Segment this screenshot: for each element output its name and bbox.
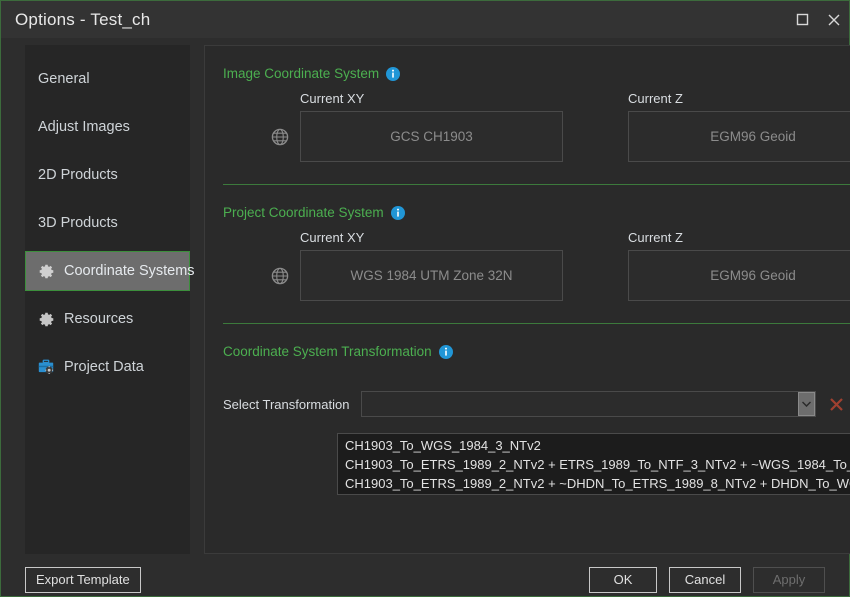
section-title-text: Coordinate System Transformation [223,344,432,359]
transformation-dropdown-list[interactable]: CH1903_To_WGS_1984_3_NTv2 CH1903_To_ETRS… [337,433,850,495]
field-label: Current Z [628,91,683,106]
section-header: Coordinate System Transformation [223,324,850,359]
sidebar-item-label: Resources [64,311,134,327]
globe-icon [268,264,292,288]
window-title: Options - Test_ch [15,9,151,29]
sidebar-item-label: 3D Products [38,215,118,231]
image-cs-fields: Current XY GCS CH1903 Current Z EGM96 Ge… [223,81,850,184]
transformation-selected-value [362,392,798,416]
ok-button[interactable]: OK [589,566,657,593]
info-icon[interactable] [390,205,405,220]
section-title-text: Image Coordinate System [223,66,380,81]
project-cs-fields: Current XY WGS 1984 UTM Zone 32N Current… [223,220,850,323]
info-icon[interactable] [438,344,453,359]
sidebar-item-adjust-images[interactable]: Adjust Images [25,107,190,147]
info-icon[interactable] [386,66,401,81]
close-button[interactable] [818,1,849,38]
globe-icon [268,125,292,149]
maximize-button[interactable] [787,1,818,38]
field-label: Current XY [300,91,365,106]
image-coordinate-system-section: Image Coordinate System Current XY GCS C… [223,46,850,184]
maximize-icon [796,13,809,26]
image-cs-z-group: Current Z EGM96 Geoid [628,91,850,162]
project-cs-z-value[interactable]: EGM96 Geoid [628,250,850,301]
project-cs-z-group: Current Z EGM96 Geoid [628,230,850,301]
sidebar-item-coordinate-systems[interactable]: Coordinate Systems [25,251,195,291]
sidebar-item-label: Adjust Images [38,119,130,135]
project-coordinate-system-section: Project Coordinate System Current XY WGS… [223,185,850,323]
sidebar-item-label: General [38,71,90,87]
transformation-combobox[interactable] [361,391,817,417]
select-transformation-row: Select Transformation [223,359,850,417]
sidebar-item-2d-products[interactable]: 2D Products [25,155,190,195]
sidebar-item-3d-products[interactable]: 3D Products [25,203,190,243]
select-transformation-label: Select Transformation [223,396,350,412]
project-cs-xy-group: Current XY WGS 1984 UTM Zone 32N [268,230,563,301]
title-bar: Options - Test_ch [1,1,849,38]
image-cs-z-value[interactable]: EGM96 Geoid [628,111,850,162]
sidebar-item-general[interactable]: General [25,59,190,99]
cancel-button[interactable]: Cancel [669,566,741,593]
section-header: Project Coordinate System [223,185,850,220]
field-label: Current Z [628,230,683,245]
image-cs-xy-value[interactable]: GCS CH1903 [300,111,563,162]
field-label: Current XY [300,230,365,245]
gear-icon [36,309,56,329]
toolbox-gear-icon [36,357,56,377]
export-template-button[interactable]: Export Template [25,566,141,593]
window-controls [787,1,849,38]
gear-icon [36,261,56,281]
options-dialog: Options - Test_ch General Adjust Images … [0,0,850,597]
sidebar-item-label: 2D Products [38,167,118,183]
image-cs-xy-group: Current XY GCS CH1903 [268,91,563,162]
section-header: Image Coordinate System [223,46,850,81]
sidebar-nav: General Adjust Images 2D Products 3D Pro… [25,45,195,554]
sidebar-item-resources[interactable]: Resources [25,299,190,339]
dropdown-option[interactable]: CH1903_To_ETRS_1989_2_NTv2 + ~DHDN_To_ET… [338,474,850,493]
section-title-text: Project Coordinate System [223,205,384,220]
apply-button: Apply [753,566,825,593]
sidebar-item-label: Project Data [64,359,144,375]
clear-x-icon [830,397,843,411]
dropdown-option[interactable]: CH1903_To_ETRS_1989_2_NTv2 + ETRS_1989_T… [338,455,850,474]
dropdown-option[interactable]: CH1903_To_WGS_1984_3_NTv2 [338,436,850,455]
dialog-footer: Export Template OK Cancel Apply [1,554,849,597]
close-icon [828,14,839,25]
sidebar-item-project-data[interactable]: Project Data [25,347,190,387]
sidebar-item-label: Coordinate Systems [64,263,195,279]
clear-transformation-button[interactable] [825,393,847,415]
project-cs-xy-value[interactable]: WGS 1984 UTM Zone 32N [300,250,563,301]
coordinate-system-transformation-section: Coordinate System Transformation Select … [223,324,850,417]
chevron-down-icon[interactable] [798,392,816,416]
